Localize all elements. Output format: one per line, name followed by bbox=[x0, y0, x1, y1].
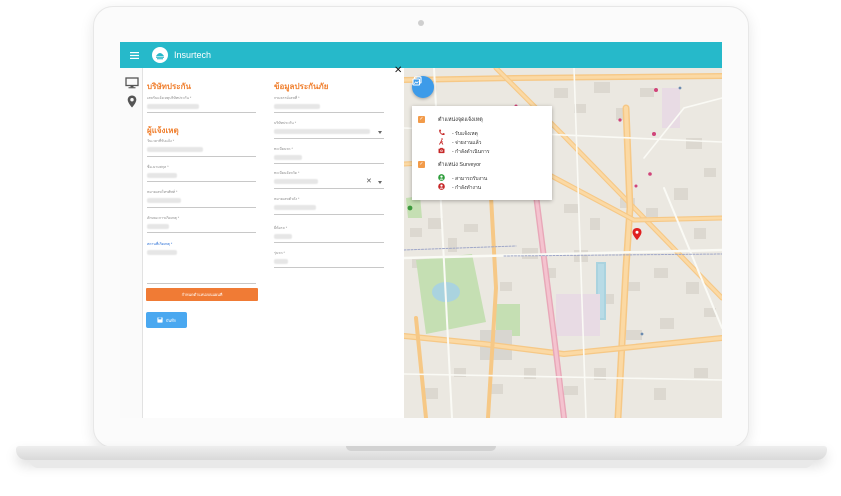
laptop-camera bbox=[418, 20, 424, 26]
user-available-icon bbox=[438, 174, 445, 181]
legend-available-label: - สามารถรับงาน bbox=[452, 176, 488, 182]
top-bar: Insurtech bbox=[120, 42, 722, 68]
chassis-number-label: หมายเลขตัวถัง * bbox=[274, 197, 300, 201]
sidebar bbox=[120, 68, 143, 418]
incident-type-label: ลักษณะการเกิดเหตุ * bbox=[147, 216, 180, 220]
legend-dispatched-label: - จ่ายงานแล้ว bbox=[452, 140, 482, 146]
set-location-on-map-button[interactable]: กำหนดตำแหน่งบนแผนที่ bbox=[146, 288, 258, 301]
phone-label: หมายเลขโทรศัพท์ * bbox=[147, 190, 178, 194]
fullname-underline bbox=[147, 181, 256, 182]
phone-value[interactable] bbox=[147, 198, 181, 203]
fullname-value[interactable] bbox=[147, 173, 177, 178]
save-disk-icon bbox=[157, 317, 163, 323]
company-section-title: บริษัทประกัน bbox=[147, 82, 191, 91]
laptop-base-notch bbox=[346, 446, 496, 451]
license-plate-value[interactable] bbox=[274, 155, 302, 160]
car-model-value[interactable] bbox=[274, 259, 288, 264]
hamburger-menu-icon[interactable] bbox=[120, 42, 148, 68]
plate-province-underline bbox=[274, 188, 384, 189]
incident-layer-title: ตำแหน่งจุดแจ้งเหตุ bbox=[438, 117, 483, 123]
surveyor-layer-checkbox[interactable]: ✓ bbox=[418, 161, 425, 168]
incident-location-value[interactable] bbox=[147, 250, 177, 255]
user-working-icon bbox=[438, 183, 445, 190]
insurer-dropdown-arrow-icon[interactable] bbox=[378, 131, 382, 134]
claim-number-label: เลขรับแจ้งเหตุบริษัทประกัน * bbox=[147, 96, 192, 100]
policy-number-label: กรมธรรม์เลขที่ * bbox=[274, 96, 300, 100]
claim-form: บริษัทประกัน เลขรับแจ้งเหตุบริษัทประกัน … bbox=[144, 68, 404, 418]
claim-number-underline bbox=[147, 112, 256, 113]
legend-received-label: - รับแจ้งเหตุ bbox=[452, 131, 478, 137]
walker-icon bbox=[439, 138, 444, 145]
brand-name: Insurtech bbox=[174, 50, 212, 60]
incident-type-underline bbox=[147, 232, 256, 233]
car-model-label: รุ่นรถ * bbox=[274, 251, 285, 255]
plate-province-value[interactable] bbox=[274, 179, 318, 184]
car-model-underline bbox=[274, 267, 384, 268]
received-datetime-value[interactable] bbox=[147, 147, 203, 152]
car-brand-label: ยี่ห้อรถ * bbox=[274, 226, 288, 230]
car-brand-underline bbox=[274, 242, 384, 243]
layers-toggle-button[interactable] bbox=[412, 76, 434, 98]
save-button-label: บันทึก bbox=[165, 317, 177, 323]
layers-icon bbox=[412, 76, 422, 86]
insurance-section-title: ข้อมูลประกันภัย bbox=[274, 82, 329, 91]
fullname-label: ชื่อ-นามสกุล * bbox=[147, 165, 169, 169]
policy-number-value[interactable] bbox=[274, 104, 320, 109]
monitor-icon[interactable] bbox=[125, 76, 139, 89]
close-icon[interactable]: ✕ bbox=[394, 66, 402, 76]
app-screen: Insurtech บริษัทประกัน เลขรับแจ้งเหตุบริ… bbox=[120, 42, 722, 418]
map-pin-icon[interactable] bbox=[125, 95, 139, 108]
map-legend-panel: ✓ ตำแหน่งจุดแจ้งเหตุ - รับแจ้งเหตุ - จ่า… bbox=[412, 106, 552, 200]
policy-number-underline bbox=[274, 112, 384, 113]
claim-number-value[interactable] bbox=[147, 104, 199, 109]
camera-icon bbox=[438, 147, 445, 154]
received-datetime-label: วันเวลาที่รับแจ้ง * bbox=[147, 139, 175, 143]
insurer-label: บริษัทประกัน * bbox=[274, 121, 297, 125]
license-plate-underline bbox=[274, 163, 384, 164]
received-datetime-underline bbox=[147, 156, 256, 157]
clear-province-icon[interactable]: ✕ bbox=[366, 178, 372, 185]
map-view[interactable]: ✓ ตำแหน่งจุดแจ้งเหตุ - รับแจ้งเหตุ - จ่า… bbox=[404, 68, 722, 418]
chassis-number-value[interactable] bbox=[274, 205, 316, 210]
legend-working-label: - กำลังทำงาน bbox=[452, 185, 482, 191]
incident-layer-checkbox[interactable]: ✓ bbox=[418, 116, 425, 123]
car-brand-value[interactable] bbox=[274, 234, 292, 239]
legend-in-progress-label: - กำลังดำเนินการ bbox=[452, 149, 490, 155]
phone-underline bbox=[147, 207, 256, 208]
laptop-mockup: Insurtech บริษัทประกัน เลขรับแจ้งเหตุบริ… bbox=[0, 0, 841, 496]
insurer-value[interactable] bbox=[274, 129, 370, 134]
reporter-section-title: ผู้แจ้งเหตุ bbox=[147, 126, 179, 135]
phone-icon bbox=[439, 129, 445, 136]
chassis-number-underline bbox=[274, 214, 384, 215]
incident-location-label: สถานที่เกิดเหตุ * bbox=[147, 242, 173, 246]
laptop-base-foot bbox=[30, 460, 813, 468]
incident-location-underline bbox=[147, 283, 256, 284]
province-dropdown-arrow-icon[interactable] bbox=[378, 181, 382, 184]
insurer-underline bbox=[274, 138, 384, 139]
surveyor-layer-title: ตำแหน่ง Surveyor bbox=[438, 162, 481, 168]
plate-province-label: ทะเบียนจังหวัด * bbox=[274, 171, 300, 175]
brand-logo-icon bbox=[152, 47, 168, 63]
incident-type-value[interactable] bbox=[147, 224, 169, 229]
save-button[interactable]: บันทึก bbox=[146, 312, 187, 328]
license-plate-label: ทะเบียนรถ * bbox=[274, 147, 293, 151]
